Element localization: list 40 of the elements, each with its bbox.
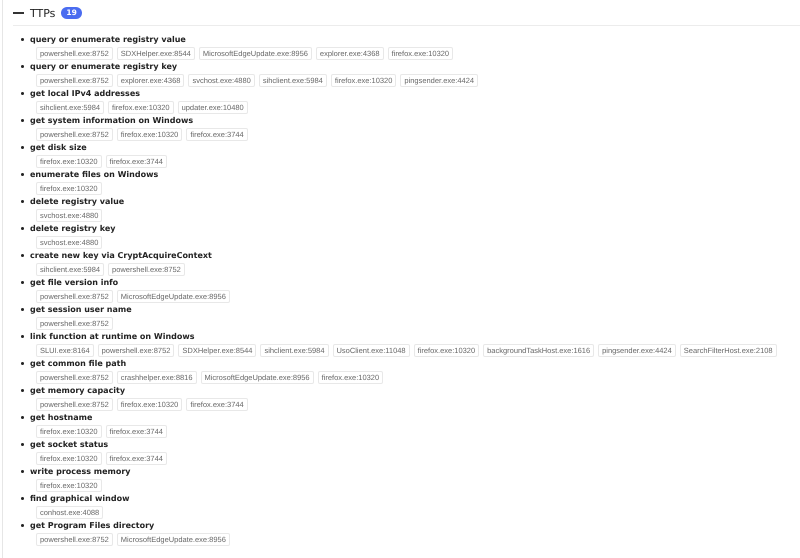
bullet-icon [21, 335, 24, 338]
ttp-name: get disk size [30, 143, 87, 152]
ttp-name: create new key via CryptAcquireContext [30, 251, 212, 260]
ttp-name: delete registry value [30, 197, 124, 206]
ttp-name: get file version info [30, 278, 118, 287]
bullet-icon [21, 146, 24, 149]
bullet-icon [21, 470, 24, 473]
section-title: TTPs [30, 6, 56, 20]
bullet-icon [21, 524, 24, 527]
ttp-name: get local IPv4 addresses [30, 89, 140, 98]
collapse-icon[interactable] [13, 12, 24, 14]
bullet-icon [21, 119, 24, 122]
bullet-icon [21, 254, 24, 257]
bullet-icon [21, 200, 24, 203]
ttp-name: delete registry key [30, 224, 116, 233]
bullet-icon [21, 281, 24, 284]
bullet-icon [21, 416, 24, 419]
bullet-icon [21, 497, 24, 500]
ttp-name: find graphical window [30, 494, 130, 503]
ttp-name: query or enumerate registry key [30, 62, 178, 71]
ttp-name: get Program Files directory [30, 521, 154, 530]
ttp-name: get system information on Windows [30, 116, 194, 125]
bullet-icon [21, 227, 24, 230]
bullet-icon [21, 65, 24, 68]
ttp-name: get session user name [30, 305, 132, 314]
ttp-name: get memory capacity [30, 386, 126, 395]
bullet-icon [21, 92, 24, 95]
ttp-name: get socket status [30, 440, 108, 449]
bullet-icon [21, 308, 24, 311]
ttp-name: link function at runtime on Windows [30, 332, 195, 341]
ttp-name: write process memory [30, 467, 131, 476]
bullet-icon [21, 362, 24, 365]
ttp-name: enumerate files on Windows [30, 170, 158, 179]
ttp-name: get common file path [30, 359, 126, 368]
ttp-name: query or enumerate registry value [30, 35, 186, 44]
bullet-icon [21, 443, 24, 446]
bullet-icon [21, 173, 24, 176]
ttp-name: get hostname [30, 413, 92, 422]
bullet-icon [21, 38, 24, 41]
bullet-icon [21, 389, 24, 392]
